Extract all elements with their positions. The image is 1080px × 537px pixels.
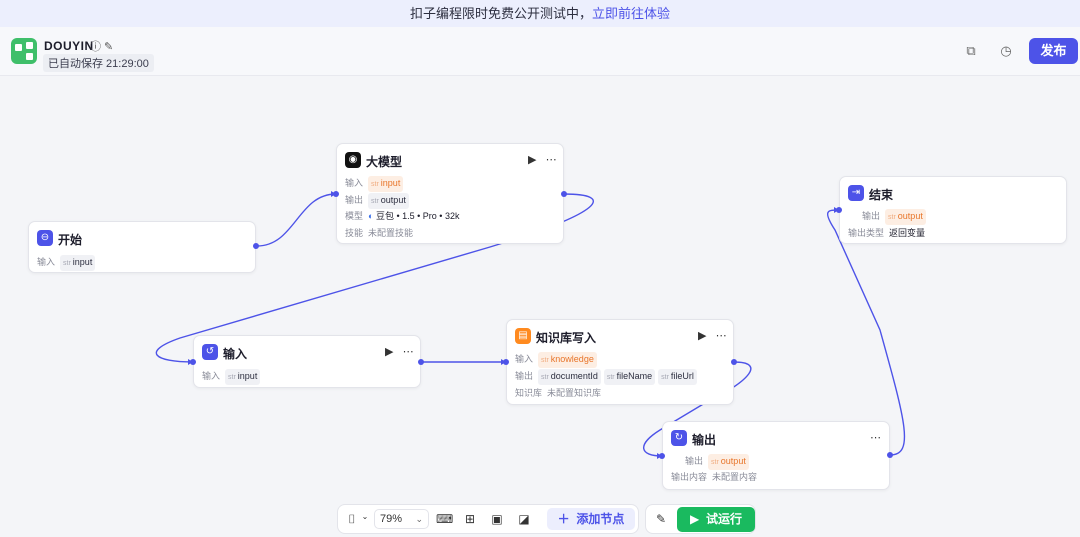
param-tag: str input — [368, 176, 404, 192]
run-toolbar: ✎ ▶ 试运行 — [645, 504, 756, 534]
zoom-select[interactable]: 79% ⌄ — [374, 509, 429, 529]
node-title: 大模型 — [366, 155, 403, 169]
param-tag: str fileUrl — [658, 369, 697, 385]
param-tag: str documentId — [538, 369, 601, 385]
end-icon: ⇥ — [848, 185, 864, 201]
more-icon[interactable]: ⋯ — [870, 432, 881, 444]
add-node-button[interactable]: ＋ 添加节点 — [547, 508, 635, 530]
end-in-port[interactable] — [836, 207, 842, 213]
output-node-icon: ↻ — [671, 430, 687, 446]
run-node-icon[interactable]: ▶ — [528, 154, 536, 166]
param-tag: str output — [708, 454, 749, 470]
chevron-down-icon: ⌄ — [415, 514, 423, 524]
input-node-in-port[interactable] — [190, 359, 196, 365]
more-icon[interactable]: ⋯ — [403, 346, 414, 358]
output-in-port[interactable] — [659, 453, 665, 459]
start-output-port[interactable] — [253, 243, 259, 249]
node-title: 开始 — [58, 233, 83, 247]
param-tag: str input — [60, 255, 96, 271]
kb-out-port[interactable] — [731, 359, 737, 365]
node-title: 输入 — [223, 347, 248, 361]
knowledge-icon: ▤ — [515, 328, 531, 344]
llm-input-port[interactable] — [333, 191, 339, 197]
param-tag: str output — [885, 209, 926, 225]
field-label: 输入 — [37, 257, 56, 267]
kb-value: 未配置知识库 — [547, 388, 602, 398]
test-run-button[interactable]: ▶ 试运行 — [677, 507, 755, 532]
param-tag: str knowledge — [538, 352, 597, 368]
input-node-out-port[interactable] — [418, 359, 424, 365]
output-out-port[interactable] — [887, 452, 893, 458]
more-icon[interactable]: ⋯ — [546, 154, 557, 166]
comment-icon[interactable]: ⌨ — [436, 512, 453, 526]
image-icon[interactable]: ▣ — [489, 512, 505, 526]
param-tag: str input — [225, 369, 261, 385]
node-title: 输出 — [692, 433, 717, 447]
kb-in-port[interactable] — [503, 359, 509, 365]
node-title: 结束 — [869, 188, 894, 202]
wrench-icon[interactable]: ✎ — [656, 512, 666, 526]
model-value: 豆包 • 1.5 • Pro • 32k — [375, 211, 460, 221]
node-input[interactable]: ↺ 输入 ▶ ⋯ 输入 str input — [193, 335, 421, 388]
input-node-icon: ↺ — [202, 344, 218, 360]
node-llm[interactable]: ◉ 大模型 ▶ ⋯ 输入 str input 输出 str output 模型 ◐ 豆包 … — [336, 143, 564, 244]
type-value: 返回变量 — [889, 228, 926, 238]
node-title: 知识库写入 — [536, 331, 597, 345]
run-node-icon[interactable]: ▶ — [698, 330, 706, 342]
chevron-down-icon[interactable]: ⌄ — [357, 512, 373, 521]
edge-output-end — [826, 209, 906, 456]
layout-icon[interactable]: ⊞ — [462, 512, 478, 526]
node-kb-write[interactable]: ▤ 知识库写入 ▶ ⋯ 输入 str knowledge 输出 str document… — [506, 319, 734, 405]
doubao-icon: ◐ — [368, 211, 374, 221]
canvas-toolbar: ⌷ ⌄ 79% ⌄ ⌨ ⊞ ▣ ◪ ＋ 添加节点 — [337, 504, 639, 534]
edge-start-llm — [256, 193, 337, 247]
llm-output-port[interactable] — [561, 191, 567, 197]
node-start[interactable]: ⊖ 开始 输入 str input — [28, 221, 256, 273]
start-icon: ⊖ — [37, 230, 53, 246]
node-output[interactable]: ↻ 输出 ⋯ 输出 str output 输出内容 未配置内容 — [662, 421, 890, 490]
skill-value: 未配置技能 — [368, 228, 414, 238]
content-value: 未配置内容 — [712, 472, 758, 482]
minimap-icon[interactable]: ◪ — [516, 512, 532, 526]
model-icon: ◉ — [345, 152, 361, 168]
run-node-icon[interactable]: ▶ — [385, 346, 393, 358]
node-end[interactable]: ⇥ 结束 输出 str output 输出类型 返回变量 — [839, 176, 1067, 244]
param-tag: str output — [368, 193, 409, 209]
plus-icon: ＋ — [557, 512, 570, 526]
param-tag: str fileName — [603, 369, 656, 385]
play-icon: ▶ — [690, 512, 700, 526]
more-icon[interactable]: ⋯ — [716, 330, 727, 342]
